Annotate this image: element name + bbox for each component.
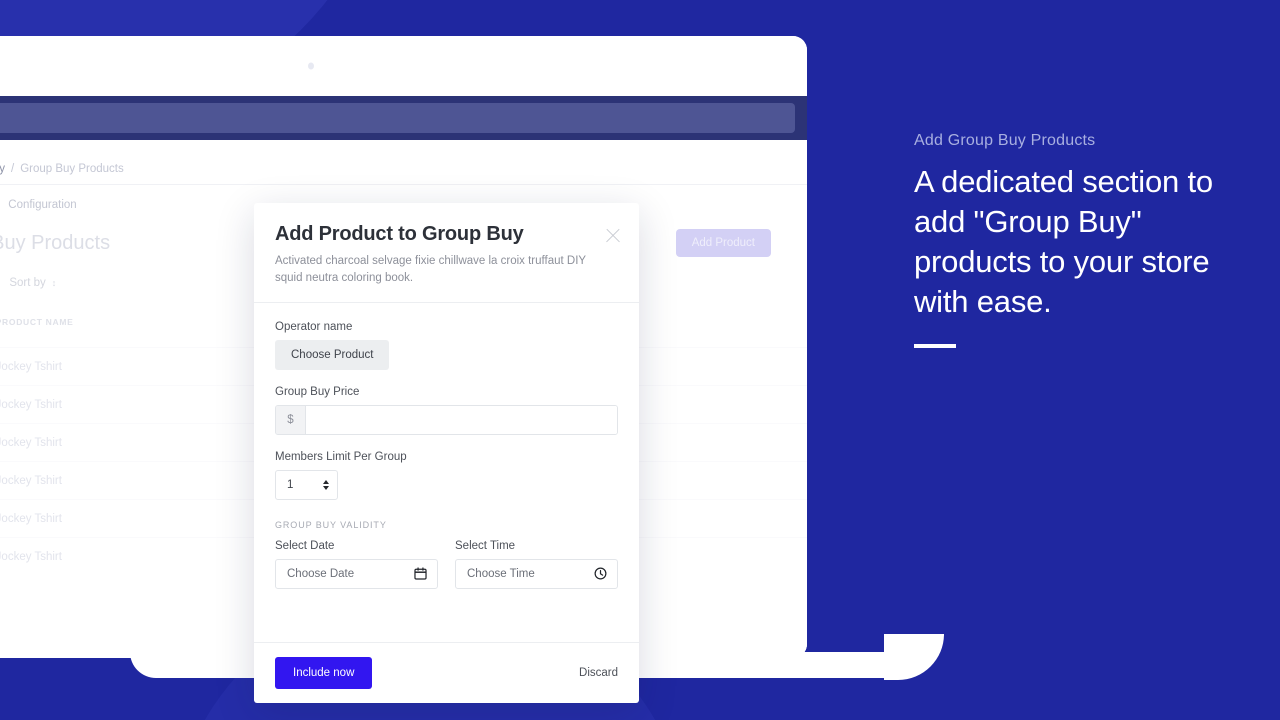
- tab-configuration[interactable]: Configuration: [8, 199, 76, 211]
- add-product-button[interactable]: Add Product: [675, 229, 771, 257]
- date-picker[interactable]: Choose Date: [275, 558, 438, 589]
- page-title: Group Buy Products: [0, 231, 111, 254]
- device-bezel: [0, 36, 807, 96]
- price-label: Group Buy Price: [275, 385, 360, 398]
- price-input-group: $: [275, 404, 618, 435]
- breadcrumb-separator: /: [10, 163, 15, 175]
- members-label: Members Limit Per Group: [275, 450, 407, 463]
- sort-by-button[interactable]: Sort by ↕: [0, 271, 70, 295]
- modal-footer: Include now Discard: [254, 642, 639, 703]
- app-topbar: ⚲ Search: [0, 96, 807, 140]
- members-value: 1: [287, 478, 294, 491]
- promo-eyebrow: Add Group Buy Products: [914, 132, 1096, 149]
- price-field: Group Buy Price $: [275, 386, 618, 435]
- operator-field: Operator name Choose Product: [275, 321, 618, 370]
- time-picker[interactable]: Choose Time: [455, 558, 618, 589]
- modal-header: Add Product to Group Buy Activated charc…: [254, 203, 639, 303]
- time-placeholder: Choose Time: [467, 567, 535, 580]
- members-field: Members Limit Per Group 1: [275, 451, 618, 500]
- modal-title: Add Product to Group Buy: [275, 223, 524, 245]
- promo-panel: Add Group Buy Products A dedicated secti…: [892, 0, 1280, 720]
- modal-body: Operator name Choose Product Group Buy P…: [254, 303, 639, 643]
- breadcrumb-current: Group Buy Products: [20, 163, 124, 175]
- date-field: Select Date Choose Date: [275, 540, 438, 589]
- date-placeholder: Choose Date: [287, 567, 355, 580]
- include-now-button[interactable]: Include now: [275, 657, 373, 689]
- search-input[interactable]: ⚲ Search: [0, 103, 795, 133]
- modal-subtitle: Activated charcoal selvage fixie chillwa…: [275, 255, 586, 285]
- validity-fields: Select Date Choose Date Select Time Choo…: [275, 540, 618, 589]
- calendar-icon: [414, 567, 427, 580]
- price-input[interactable]: [306, 405, 617, 434]
- promo-headline: A dedicated section to add "Group Buy" p…: [914, 164, 1213, 319]
- promo-underline: [914, 344, 956, 348]
- time-field: Select Time Choose Time: [455, 540, 618, 589]
- breadcrumb: Group Buy / Group Buy Products: [0, 140, 807, 184]
- camera-icon: [307, 62, 314, 70]
- sort-label: Sort by: [9, 277, 46, 289]
- operator-label: Operator name: [275, 320, 353, 333]
- search-container: ⚲ Search: [0, 103, 807, 133]
- choose-product-button[interactable]: Choose Product: [275, 339, 390, 370]
- stepper-arrows-icon[interactable]: [323, 479, 329, 490]
- currency-addon: $: [276, 405, 306, 434]
- discard-button[interactable]: Discard: [579, 667, 618, 679]
- clock-icon: [594, 567, 607, 580]
- add-product-modal: Add Product to Group Buy Activated charc…: [254, 203, 639, 703]
- validity-section-label: GROUP BUY VALIDITY: [275, 519, 387, 530]
- date-label: Select Date: [275, 539, 335, 552]
- close-icon[interactable]: [604, 227, 622, 245]
- breadcrumb-root[interactable]: Group Buy: [0, 163, 5, 175]
- sort-arrows-icon: ↕: [51, 278, 57, 288]
- members-stepper[interactable]: 1: [275, 469, 338, 500]
- page-canvas: ⚲ Search 4 s ers ts ELS: [0, 0, 1280, 720]
- time-label: Select Time: [455, 539, 516, 552]
